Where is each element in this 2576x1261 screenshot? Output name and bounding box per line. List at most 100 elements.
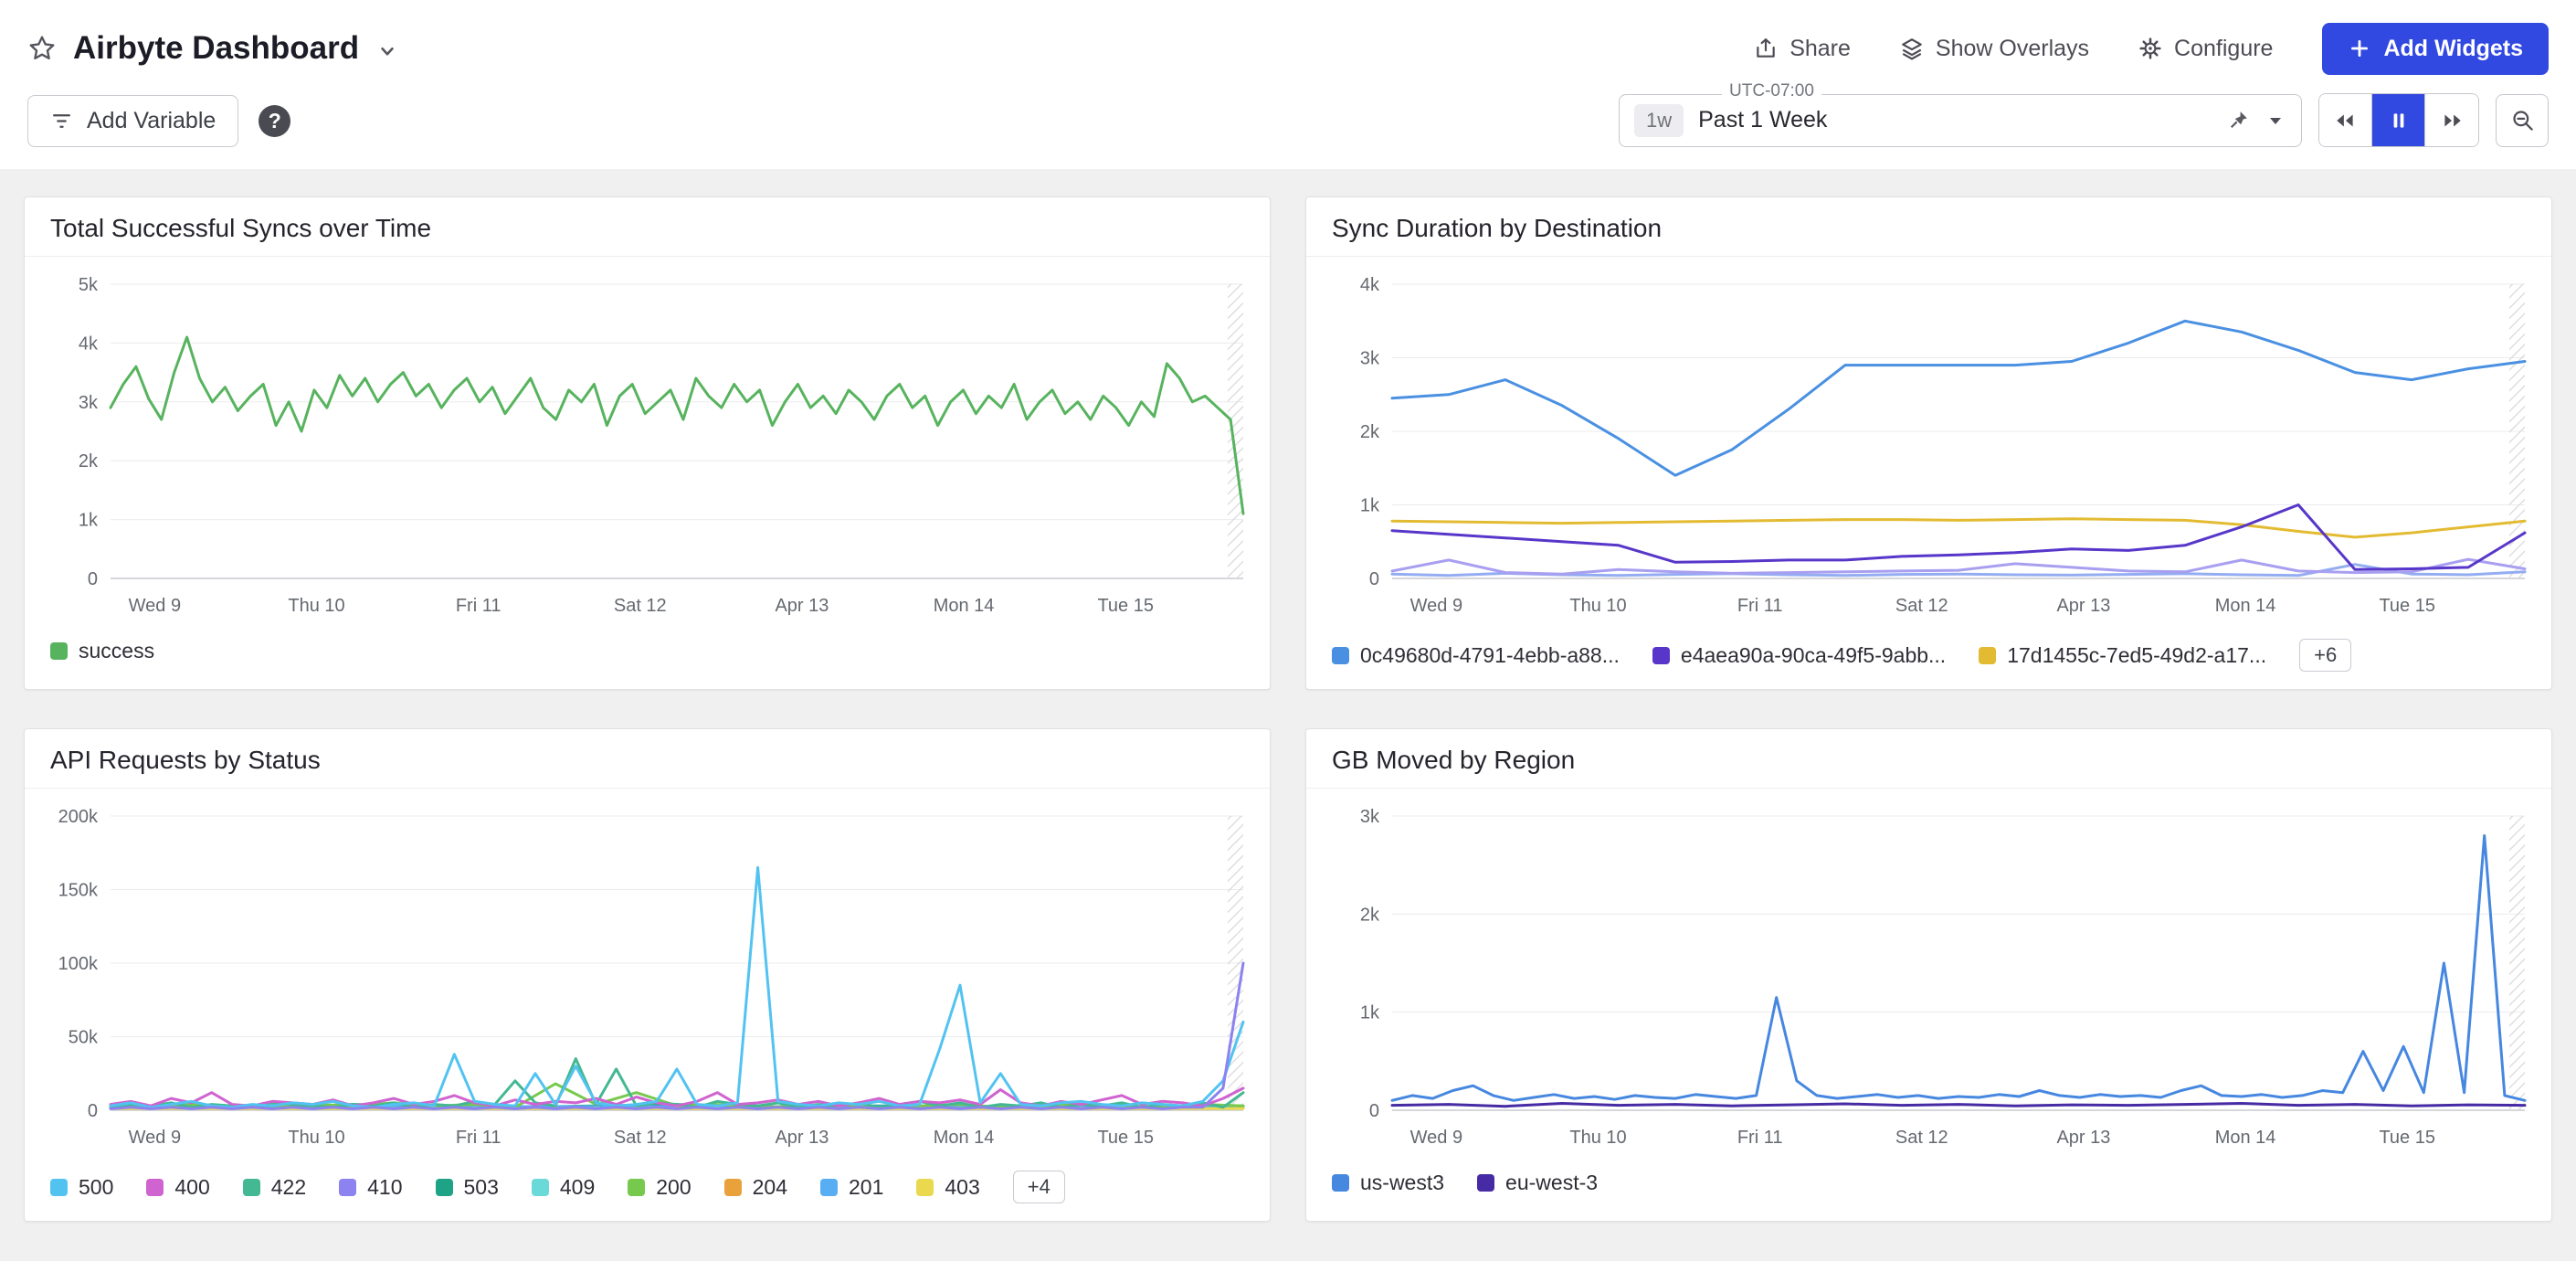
time-range-picker[interactable]: UTC-07:00 1w Past 1 Week bbox=[1619, 94, 2302, 147]
svg-text:Wed 9: Wed 9 bbox=[1409, 1128, 1462, 1148]
svg-text:4k: 4k bbox=[78, 334, 98, 354]
legend-label: 200 bbox=[656, 1175, 691, 1200]
configure-label: Configure bbox=[2174, 36, 2273, 62]
dashboard-title-group: Airbyte Dashboard bbox=[27, 30, 399, 67]
legend-label: success bbox=[79, 639, 154, 663]
legend-item[interactable]: us-west3 bbox=[1332, 1171, 1444, 1195]
legend-item[interactable]: 400 bbox=[146, 1175, 209, 1200]
pause-button[interactable] bbox=[2372, 94, 2425, 146]
zoom-out-button[interactable] bbox=[2496, 94, 2549, 147]
svg-text:Fri 11: Fri 11 bbox=[455, 1128, 501, 1148]
legend-label: 17d1455c-7ed5-49d2-a17... bbox=[2007, 643, 2266, 668]
legend-label: 201 bbox=[849, 1175, 883, 1200]
legend-item[interactable]: 410 bbox=[339, 1175, 402, 1200]
plus-icon bbox=[2348, 37, 2371, 60]
svg-text:2k: 2k bbox=[78, 451, 98, 472]
svg-text:Wed 9: Wed 9 bbox=[128, 596, 180, 616]
svg-text:200k: 200k bbox=[58, 807, 98, 827]
legend-item[interactable]: e4aea90a-90ca-49f5-9abb... bbox=[1652, 643, 1946, 668]
svg-text:Wed 9: Wed 9 bbox=[128, 1128, 180, 1148]
svg-text:4k: 4k bbox=[1359, 275, 1379, 295]
legend-label: 410 bbox=[367, 1175, 402, 1200]
legend-swatch bbox=[243, 1179, 260, 1196]
caret-down-icon[interactable] bbox=[2265, 110, 2286, 132]
widget-sync-duration-by-destination: Sync Duration by Destination 01k2k3k4kWe… bbox=[1305, 196, 2552, 690]
legend-label: 503 bbox=[464, 1175, 499, 1200]
widget-gb-moved-by-region: GB Moved by Region 01k2k3kWed 9Thu 10Fri… bbox=[1305, 728, 2552, 1222]
chart-legend: 0c49680d-4791-4ebb-a88... e4aea90a-90ca-4… bbox=[1306, 631, 2551, 672]
legend-swatch bbox=[339, 1179, 356, 1196]
legend-label: 422 bbox=[271, 1175, 306, 1200]
chart-legend: us-west3 eu-west-3 bbox=[1306, 1163, 2551, 1195]
svg-text:Sat 12: Sat 12 bbox=[1895, 1128, 1948, 1148]
legend-overflow-badge[interactable]: +6 bbox=[2299, 639, 2351, 672]
magnifier-minus-icon bbox=[2510, 108, 2535, 132]
svg-text:Tue 15: Tue 15 bbox=[1097, 1128, 1154, 1148]
legend-item[interactable]: 403 bbox=[916, 1175, 979, 1200]
svg-text:Apr 13: Apr 13 bbox=[2056, 1128, 2110, 1148]
timeseries-chart-gb-moved[interactable]: 01k2k3kWed 9Thu 10Fri 11Sat 12Apr 13Mon … bbox=[1319, 800, 2539, 1163]
legend-item[interactable]: 503 bbox=[436, 1175, 499, 1200]
svg-text:0: 0 bbox=[87, 569, 97, 589]
svg-text:Mon 14: Mon 14 bbox=[933, 596, 994, 616]
time-forward-button[interactable] bbox=[2425, 94, 2478, 146]
timeseries-chart-sync-duration[interactable]: 01k2k3k4kWed 9Thu 10Fri 11Sat 12Apr 13Mo… bbox=[1319, 268, 2539, 631]
legend-label: us-west3 bbox=[1360, 1171, 1444, 1195]
help-icon[interactable]: ? bbox=[259, 105, 290, 137]
title-dropdown-chevron-icon[interactable] bbox=[375, 39, 399, 63]
legend-swatch bbox=[1477, 1174, 1494, 1192]
add-widgets-button[interactable]: Add Widgets bbox=[2322, 23, 2549, 75]
svg-text:Thu 10: Thu 10 bbox=[1569, 596, 1626, 616]
header-row-1: Airbyte Dashboard Share Show Overlays bbox=[27, 20, 2549, 77]
legend-swatch bbox=[146, 1179, 164, 1196]
share-button[interactable]: Share bbox=[1754, 36, 1851, 62]
svg-text:Sat 12: Sat 12 bbox=[613, 596, 666, 616]
add-variable-button[interactable]: Add Variable bbox=[27, 95, 238, 147]
svg-text:2k: 2k bbox=[1359, 422, 1379, 442]
legend-swatch bbox=[820, 1179, 838, 1196]
favorite-star-icon[interactable] bbox=[27, 34, 57, 63]
gear-icon bbox=[2138, 37, 2162, 60]
svg-text:0: 0 bbox=[87, 1101, 97, 1121]
legend-item[interactable]: eu-west-3 bbox=[1477, 1171, 1598, 1195]
widget-title: Sync Duration by Destination bbox=[1306, 197, 2551, 257]
svg-text:150k: 150k bbox=[58, 881, 98, 901]
legend-item[interactable]: 422 bbox=[243, 1175, 306, 1200]
svg-text:Mon 14: Mon 14 bbox=[2214, 1128, 2275, 1148]
svg-text:0: 0 bbox=[1368, 1101, 1378, 1121]
widget-api-requests-by-status: API Requests by Status 050k100k150k200kW… bbox=[24, 728, 1271, 1222]
timeseries-chart-api-requests[interactable]: 050k100k150k200kWed 9Thu 10Fri 11Sat 12A… bbox=[37, 800, 1258, 1163]
configure-button[interactable]: Configure bbox=[2138, 36, 2273, 62]
legend-item[interactable]: 201 bbox=[820, 1175, 883, 1200]
timeseries-chart-total-syncs[interactable]: 01k2k3k4k5kWed 9Thu 10Fri 11Sat 12Apr 13… bbox=[37, 268, 1258, 631]
legend-item[interactable]: 0c49680d-4791-4ebb-a88... bbox=[1332, 643, 1620, 668]
legend-swatch bbox=[1332, 1174, 1349, 1192]
legend-swatch bbox=[50, 642, 68, 660]
legend-item[interactable]: 200 bbox=[628, 1175, 691, 1200]
add-variable-label: Add Variable bbox=[87, 108, 216, 134]
legend-item[interactable]: 500 bbox=[50, 1175, 113, 1200]
widget-total-successful-syncs: Total Successful Syncs over Time 01k2k3k… bbox=[24, 196, 1271, 690]
legend-overflow-badge[interactable]: +4 bbox=[1013, 1171, 1065, 1203]
show-overlays-button[interactable]: Show Overlays bbox=[1900, 36, 2089, 62]
legend-swatch bbox=[628, 1179, 645, 1196]
legend-swatch bbox=[436, 1179, 453, 1196]
time-nav-buttons bbox=[2318, 93, 2479, 147]
chart-legend: 500 400 422 410 503 409 200 204 201 403 +4 bbox=[25, 1163, 1270, 1203]
svg-text:50k: 50k bbox=[68, 1028, 98, 1048]
svg-text:Tue 15: Tue 15 bbox=[2379, 596, 2435, 616]
app-root: Airbyte Dashboard Share Show Overlays bbox=[0, 0, 2576, 1222]
svg-text:Sat 12: Sat 12 bbox=[613, 1128, 666, 1148]
pin-icon[interactable] bbox=[2227, 109, 2250, 132]
legend-item[interactable]: 409 bbox=[532, 1175, 595, 1200]
legend-item[interactable]: success bbox=[50, 639, 154, 663]
svg-text:1k: 1k bbox=[1359, 496, 1379, 516]
legend-item[interactable]: 204 bbox=[724, 1175, 787, 1200]
time-backward-button[interactable] bbox=[2319, 94, 2372, 146]
legend-item[interactable]: 17d1455c-7ed5-49d2-a17... bbox=[1979, 643, 2266, 668]
range-label: Past 1 Week bbox=[1698, 107, 1827, 133]
header-actions: Share Show Overlays Configure bbox=[1754, 23, 2549, 75]
share-label: Share bbox=[1789, 36, 1851, 62]
widget-title: API Requests by Status bbox=[25, 729, 1270, 789]
svg-text:3k: 3k bbox=[78, 393, 98, 413]
